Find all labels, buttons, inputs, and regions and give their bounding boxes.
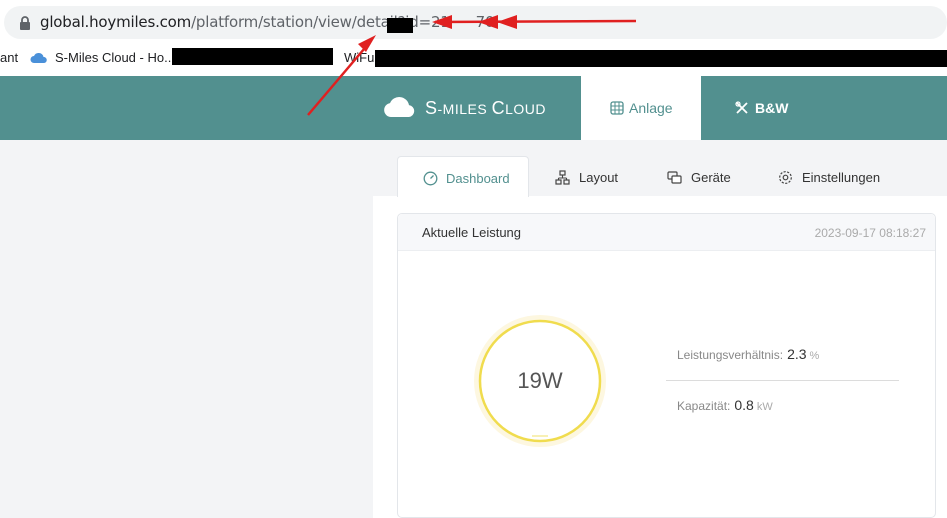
- gear-icon: [779, 171, 792, 184]
- url-tail: 70: [475, 13, 495, 31]
- stat-label: Leistungsverhältnis:: [677, 348, 784, 362]
- browser-url-bar: global.hoymiles.com/platform/station/vie…: [0, 0, 947, 44]
- url-text[interactable]: global.hoymiles.com/platform/station/vie…: [40, 13, 495, 31]
- logo-text-part: S: [425, 98, 438, 118]
- bookmark-item[interactable]: WiFu: [344, 50, 374, 65]
- tab-dashboard-label: Dashboard: [446, 171, 510, 186]
- lock-icon[interactable]: [18, 15, 32, 31]
- devices-icon: [667, 171, 682, 184]
- url-domain: global.hoymiles.com: [40, 13, 192, 31]
- stat-value: 0.8: [734, 397, 754, 413]
- nav-anlage[interactable]: Anlage: [581, 76, 701, 140]
- nav-bw-label: B&W: [755, 100, 789, 116]
- card-header: Aktuelle Leistung 2023-09-17 08:18:27: [398, 214, 935, 251]
- card-timestamp: 2023-09-17 08:18:27: [814, 226, 926, 240]
- stat-value: 2.3: [787, 346, 807, 362]
- stat-kapazitaet: Kapazität: 0.8 kW: [677, 397, 773, 413]
- bookmark-smiles-cloud[interactable]: S-Miles Cloud - Ho...: [55, 50, 175, 65]
- address-field[interactable]: global.hoymiles.com/platform/station/vie…: [4, 6, 947, 39]
- stat-leistungsverhaeltnis: Leistungsverhältnis: 2.3%: [677, 346, 819, 362]
- nav-anlage-label: Anlage: [629, 100, 673, 116]
- stat-unit: %: [809, 350, 820, 362]
- logo-text-part: LOUD: [505, 101, 546, 117]
- globe-icon: [610, 101, 624, 115]
- stat-unit: kW: [756, 401, 773, 413]
- redaction-box: [172, 48, 333, 65]
- tab-geraete-label: Geräte: [691, 170, 731, 185]
- stat-label: Kapazität:: [677, 399, 731, 413]
- tab-layout-label: Layout: [579, 170, 619, 185]
- redaction-box: [387, 18, 413, 33]
- bookmarks-bar: ant S-Miles Cloud - Ho... WiFu: [0, 44, 947, 77]
- power-value: 19W: [517, 368, 563, 393]
- layout-icon: [555, 170, 570, 185]
- stat-divider: [666, 380, 899, 381]
- tab-dashboard[interactable]: Dashboard: [397, 156, 529, 197]
- tools-icon: [735, 101, 748, 114]
- logo-text-part: -MILES: [437, 101, 492, 117]
- logo-text-part: C: [491, 98, 506, 118]
- bookmark-item[interactable]: ant: [0, 50, 18, 65]
- tab-einstellungen-label: Einstellungen: [802, 170, 881, 185]
- app-logo-text[interactable]: S-MILES CLOUD: [425, 98, 546, 119]
- redaction-box: [375, 50, 947, 67]
- card-title: Aktuelle Leistung: [422, 225, 522, 240]
- cloud-icon: [30, 52, 47, 63]
- cloud-logo-icon[interactable]: [383, 95, 417, 119]
- dashboard-icon: [423, 171, 438, 186]
- app-header: S-MILES CLOUD Anlage B&W: [0, 76, 947, 140]
